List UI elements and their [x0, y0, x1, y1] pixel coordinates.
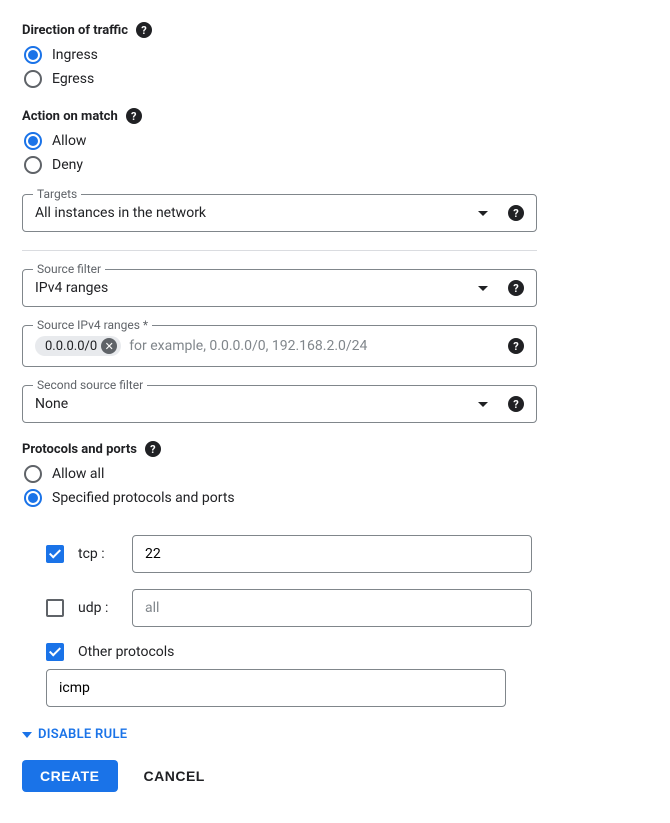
radio-allow[interactable]: Allow	[22, 132, 537, 150]
direction-header: Direction of traffic	[22, 23, 128, 38]
radio-label: Specified protocols and ports	[52, 490, 235, 506]
create-button[interactable]: CREATE	[22, 760, 118, 792]
help-icon[interactable]: ?	[508, 396, 524, 412]
protocols-header: Protocols and ports	[22, 442, 137, 457]
chip-text: 0.0.0.0/0	[45, 339, 97, 354]
action-header: Action on match	[22, 109, 118, 124]
help-icon[interactable]: ?	[145, 441, 161, 457]
chevron-down-icon	[478, 211, 488, 216]
radio-label: Allow all	[52, 466, 104, 482]
tcp-checkbox[interactable]	[46, 545, 64, 563]
divider	[22, 250, 537, 251]
targets-value: All instances in the network	[35, 205, 470, 221]
field-label: Second source filter	[33, 378, 147, 392]
radio-label: Deny	[52, 157, 83, 173]
disable-rule-label: DISABLE RULE	[38, 727, 127, 742]
help-icon[interactable]: ?	[508, 205, 524, 221]
targets-select[interactable]: Targets All instances in the network ?	[22, 194, 537, 232]
radio-egress[interactable]: Egress	[22, 70, 537, 88]
field-label: Targets	[33, 187, 81, 201]
help-icon[interactable]: ?	[136, 22, 152, 38]
help-icon[interactable]: ?	[126, 108, 142, 124]
radio-icon	[24, 465, 42, 483]
source-filter-select[interactable]: Source filter IPv4 ranges ?	[22, 269, 537, 307]
ipv4-placeholder: for example, 0.0.0.0/0, 192.168.2.0/24	[129, 338, 367, 354]
other-protocols-label: Other protocols	[78, 644, 174, 660]
radio-label: Ingress	[52, 47, 98, 63]
radio-icon	[24, 70, 42, 88]
second-source-filter-select[interactable]: Second source filter None ?	[22, 385, 537, 423]
radio-deny[interactable]: Deny	[22, 156, 537, 174]
radio-allow-all[interactable]: Allow all	[22, 465, 537, 483]
radio-icon	[24, 132, 42, 150]
chevron-down-icon	[478, 402, 488, 407]
udp-ports-input[interactable]	[132, 589, 532, 627]
other-protocols-checkbox[interactable]	[46, 643, 64, 661]
udp-label: udp :	[78, 600, 118, 616]
field-label: Source filter	[33, 262, 105, 276]
help-icon[interactable]: ?	[508, 338, 524, 354]
tcp-label: tcp :	[78, 546, 118, 562]
radio-label: Allow	[52, 133, 86, 149]
tcp-ports-input[interactable]	[132, 535, 532, 573]
radio-icon	[24, 489, 42, 507]
help-icon[interactable]: ?	[508, 280, 524, 296]
second-source-filter-value: None	[35, 396, 470, 412]
chevron-down-icon	[22, 732, 32, 738]
chevron-down-icon	[478, 286, 488, 291]
radio-ingress[interactable]: Ingress	[22, 46, 537, 64]
source-filter-value: IPv4 ranges	[35, 280, 470, 296]
source-ipv4-input[interactable]: Source IPv4 ranges * 0.0.0.0/0 ✕ for exa…	[22, 325, 537, 367]
field-label: Source IPv4 ranges *	[33, 318, 152, 332]
radio-specified[interactable]: Specified protocols and ports	[22, 489, 537, 507]
radio-label: Egress	[52, 71, 94, 87]
udp-checkbox[interactable]	[46, 599, 64, 617]
other-protocols-input[interactable]	[46, 669, 506, 707]
ip-range-chip: 0.0.0.0/0 ✕	[35, 336, 121, 356]
disable-rule-toggle[interactable]: DISABLE RULE	[22, 727, 537, 742]
radio-icon	[24, 156, 42, 174]
chip-remove-icon[interactable]: ✕	[101, 338, 117, 354]
radio-icon	[24, 46, 42, 64]
cancel-button[interactable]: CANCEL	[138, 767, 211, 785]
